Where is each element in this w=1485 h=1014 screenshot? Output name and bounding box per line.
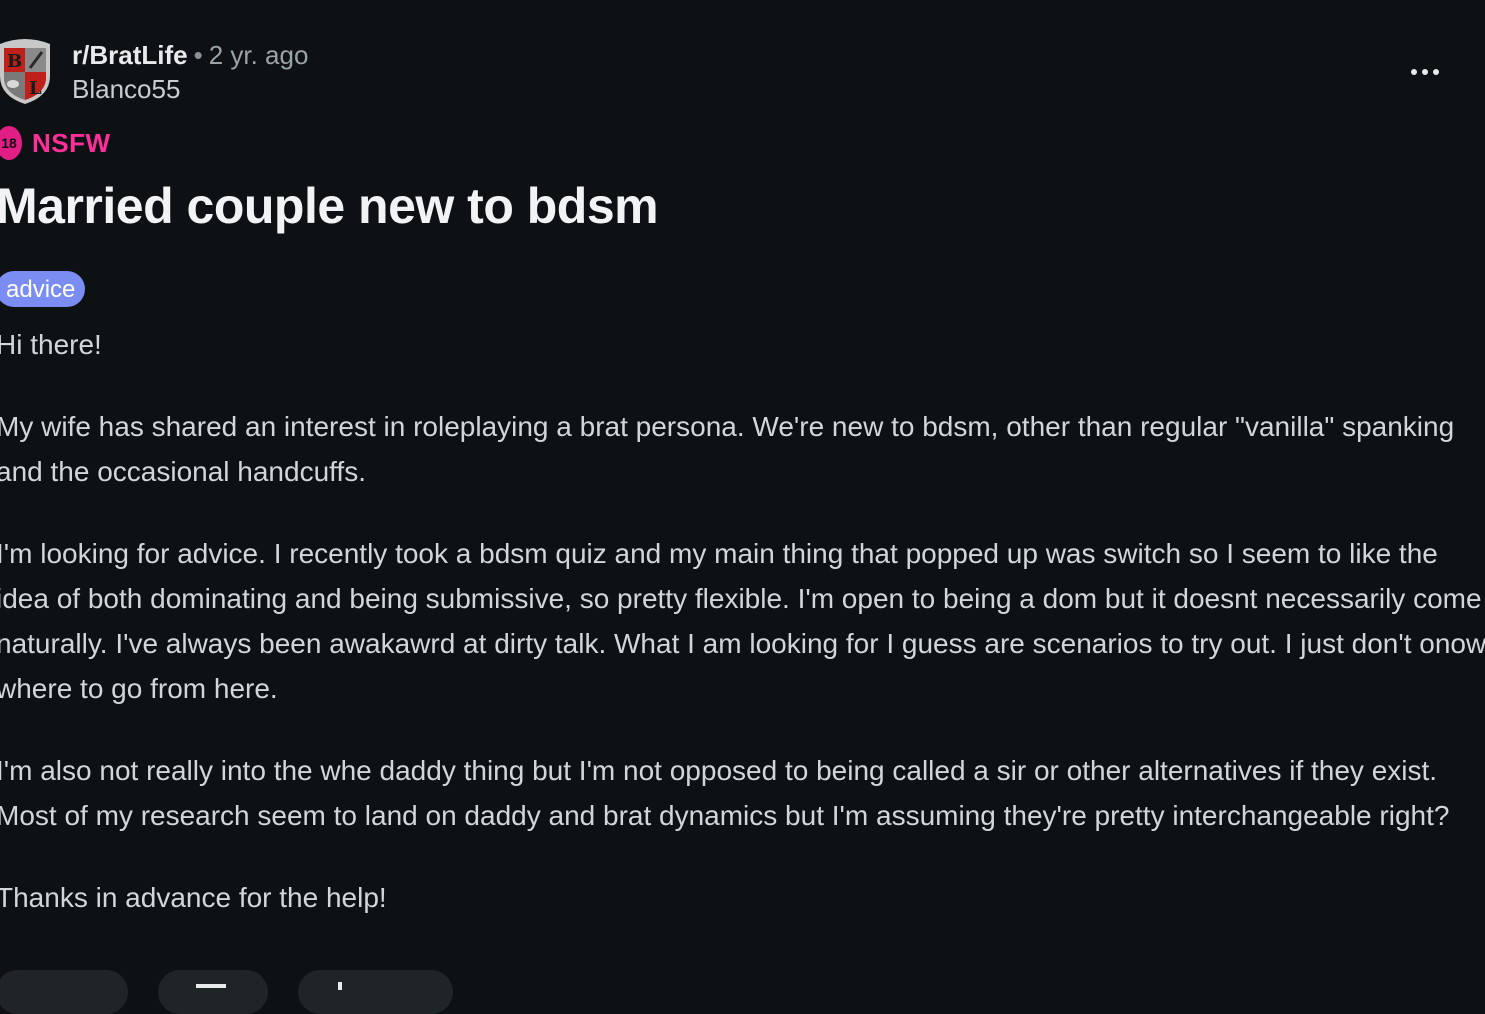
author-link[interactable]: Blanco55 <box>72 74 308 104</box>
subreddit-link[interactable]: r/BratLife <box>72 40 188 70</box>
more-horizontal-icon <box>1411 69 1417 75</box>
post-meta: r/BratLife • 2 yr. ago Blanco55 <box>72 40 308 104</box>
body-paragraph: Thanks in advance for the help! <box>0 882 387 913</box>
body-paragraph: I'm looking for advice. I recently took … <box>0 538 1485 704</box>
meta-separator: • <box>193 40 203 70</box>
post-container: B L r/BratLife • 2 yr. ago Blanco55 18 NSF… <box>0 0 1485 1014</box>
avatar-letter-b: B <box>7 51 22 72</box>
comments-button[interactable] <box>158 970 268 1014</box>
vote-button[interactable] <box>0 970 128 1014</box>
share-button[interactable] <box>298 970 453 1014</box>
avatar-letter-l: L <box>29 78 42 99</box>
comment-icon <box>196 984 226 994</box>
nsfw-tag: 18 NSFW <box>0 126 111 160</box>
nsfw-18-icon: 18 <box>0 126 22 160</box>
post-body: Hi there! My wife has shared an interest… <box>0 322 1485 957</box>
post-actions <box>0 970 453 1014</box>
post-header: B L r/BratLife • 2 yr. ago Blanco55 <box>0 36 308 104</box>
share-icon <box>338 982 342 990</box>
more-options-button[interactable] <box>1405 62 1445 82</box>
post-time: 2 yr. ago <box>208 40 309 70</box>
post-title: Married couple new to bdsm <box>0 178 659 234</box>
nsfw-label: NSFW <box>32 127 111 158</box>
body-paragraph: I'm also not really into the whe daddy t… <box>0 755 1450 831</box>
post-flair[interactable]: advice <box>0 271 86 307</box>
shield-logo-icon: B L <box>0 39 50 104</box>
body-paragraph: My wife has shared an interest in rolepl… <box>0 411 1455 487</box>
subreddit-avatar[interactable]: B L <box>0 36 54 104</box>
meta-line: r/BratLife • 2 yr. ago <box>72 40 308 70</box>
body-paragraph: Hi there! <box>0 329 102 360</box>
